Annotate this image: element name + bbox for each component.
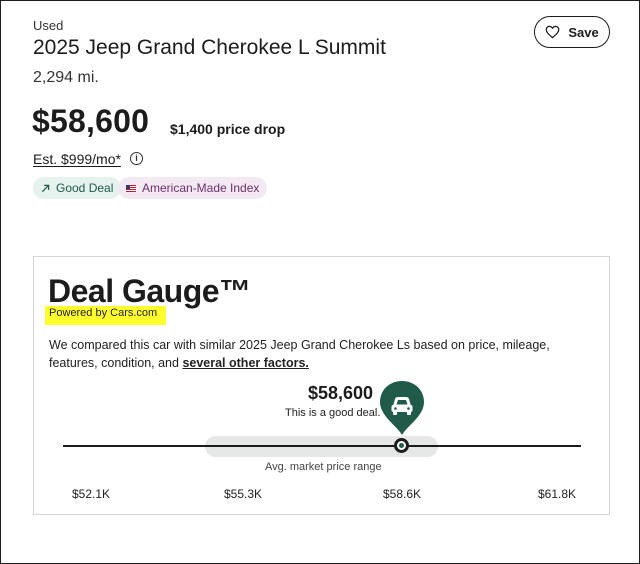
deal-gauge-title: Deal Gauge™: [48, 273, 251, 309]
vehicle-title: 2025 Jeep Grand Cherokee L Summit: [33, 36, 386, 59]
heart-icon: [545, 25, 560, 39]
gauge-deal-text: This is a good deal.: [285, 407, 381, 419]
estimated-payment-link[interactable]: Est. $999/mo*: [33, 151, 121, 167]
price-marker: [394, 438, 409, 453]
tick-label: $55.3K: [224, 487, 263, 501]
mileage: 2,294 mi.: [33, 69, 99, 86]
avg-range-label: Avg. market price range: [265, 461, 382, 473]
other-factors-link[interactable]: several other factors.: [182, 356, 308, 370]
good-deal-badge: Good Deal: [33, 177, 122, 199]
powered-by-label: Powered by Cars.com: [49, 307, 158, 319]
tick-label: $52.1K: [72, 487, 111, 501]
listing-price: $58,600: [32, 103, 150, 139]
price-drop: $1,400 price drop: [170, 121, 286, 137]
trend-up-arrow-icon: [41, 184, 50, 192]
save-label: Save: [568, 24, 599, 40]
tick-label: $58.6K: [383, 487, 422, 501]
save-button[interactable]: Save: [534, 16, 610, 48]
deal-gauge-description: We compared this car with similar 2025 J…: [49, 336, 599, 372]
good-deal-label: Good Deal: [56, 181, 114, 195]
american-made-label: American-Made Index: [142, 181, 260, 195]
us-flag-icon: [126, 184, 136, 192]
info-icon[interactable]: i: [130, 152, 143, 165]
tick-label: $61.8K: [538, 487, 577, 501]
car-pin-icon: [380, 381, 424, 435]
american-made-badge: American-Made Index: [118, 177, 268, 199]
gauge-price: $58,600: [308, 383, 374, 403]
condition-label: Used: [33, 18, 64, 33]
price-axis-line: [63, 445, 581, 447]
